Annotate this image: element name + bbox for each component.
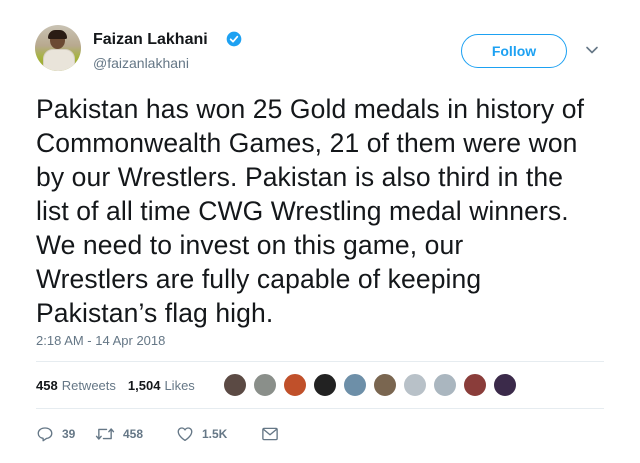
heart-icon <box>177 427 193 442</box>
engagement-stats: 458 Retweets 1,504 Likes <box>36 371 207 399</box>
tweet-text-line: Wrestlers are fully capable of keeping <box>36 264 482 294</box>
liker-avatar[interactable] <box>493 373 517 397</box>
retweet-count: 458 <box>123 427 144 441</box>
reply-count: 39 <box>62 427 76 441</box>
tweet-text-line: Commonwealth Games, 21 of them were won <box>36 128 578 158</box>
retweets-label: Retweets <box>61 377 116 393</box>
tweet-actions: 39 458 1.5K <box>36 423 287 445</box>
tweet-text-line: Pakistan’s flag high. <box>36 298 274 328</box>
likes-count: 1,504 <box>127 377 161 393</box>
tweet-text-line: We need to invest on this game, our <box>36 230 464 260</box>
retweet-button[interactable]: 458 <box>95 425 176 443</box>
liker-avatar[interactable] <box>343 373 367 397</box>
liker-avatar[interactable] <box>283 373 307 397</box>
liker-avatar[interactable] <box>433 373 457 397</box>
liker-avatar[interactable] <box>463 373 487 397</box>
likes-label: Likes <box>164 377 195 393</box>
liker-avatar[interactable] <box>313 373 337 397</box>
like-button[interactable]: 1.5K <box>176 425 261 443</box>
reply-icon <box>37 427 53 442</box>
divider <box>36 408 604 409</box>
liker-avatar[interactable] <box>253 373 277 397</box>
tweet-text-line: Pakistan has won 25 Gold medals in histo… <box>36 94 585 124</box>
liker-avatar[interactable] <box>373 373 397 397</box>
divider <box>36 361 604 362</box>
author-handle[interactable]: @faizanlakhani <box>93 55 189 71</box>
author-avatar[interactable] <box>35 25 81 71</box>
reply-button[interactable]: 39 <box>36 425 95 443</box>
tweet-text-line: by our Wrestlers. Pakistan is also third… <box>36 162 564 192</box>
liker-avatar[interactable] <box>403 373 427 397</box>
direct-message-button[interactable] <box>261 426 287 442</box>
retweet-icon <box>95 428 115 440</box>
verified-badge-icon <box>226 31 242 47</box>
follow-button[interactable]: Follow <box>461 34 567 68</box>
likes-stat[interactable]: 1,504 Likes <box>128 378 195 393</box>
tweet-text: Pakistan has won 25 Gold medals in histo… <box>36 92 616 330</box>
chevron-down-icon[interactable] <box>585 45 599 55</box>
like-count: 1.5K <box>202 427 228 441</box>
liker-avatars <box>223 373 523 397</box>
liker-avatar[interactable] <box>223 373 247 397</box>
tweet-timestamp[interactable]: 2:18 AM - 14 Apr 2018 <box>36 333 165 348</box>
tweet-card: Faizan Lakhani @faizanlakhani Follow Pak… <box>0 0 640 463</box>
retweets-count: 458 <box>36 377 58 393</box>
tweet-text-line: list of all time CWG Wrestling medal win… <box>36 196 569 226</box>
envelope-icon <box>262 427 278 441</box>
author-name[interactable]: Faizan Lakhani <box>93 31 208 49</box>
retweets-stat[interactable]: 458 Retweets <box>36 378 116 393</box>
